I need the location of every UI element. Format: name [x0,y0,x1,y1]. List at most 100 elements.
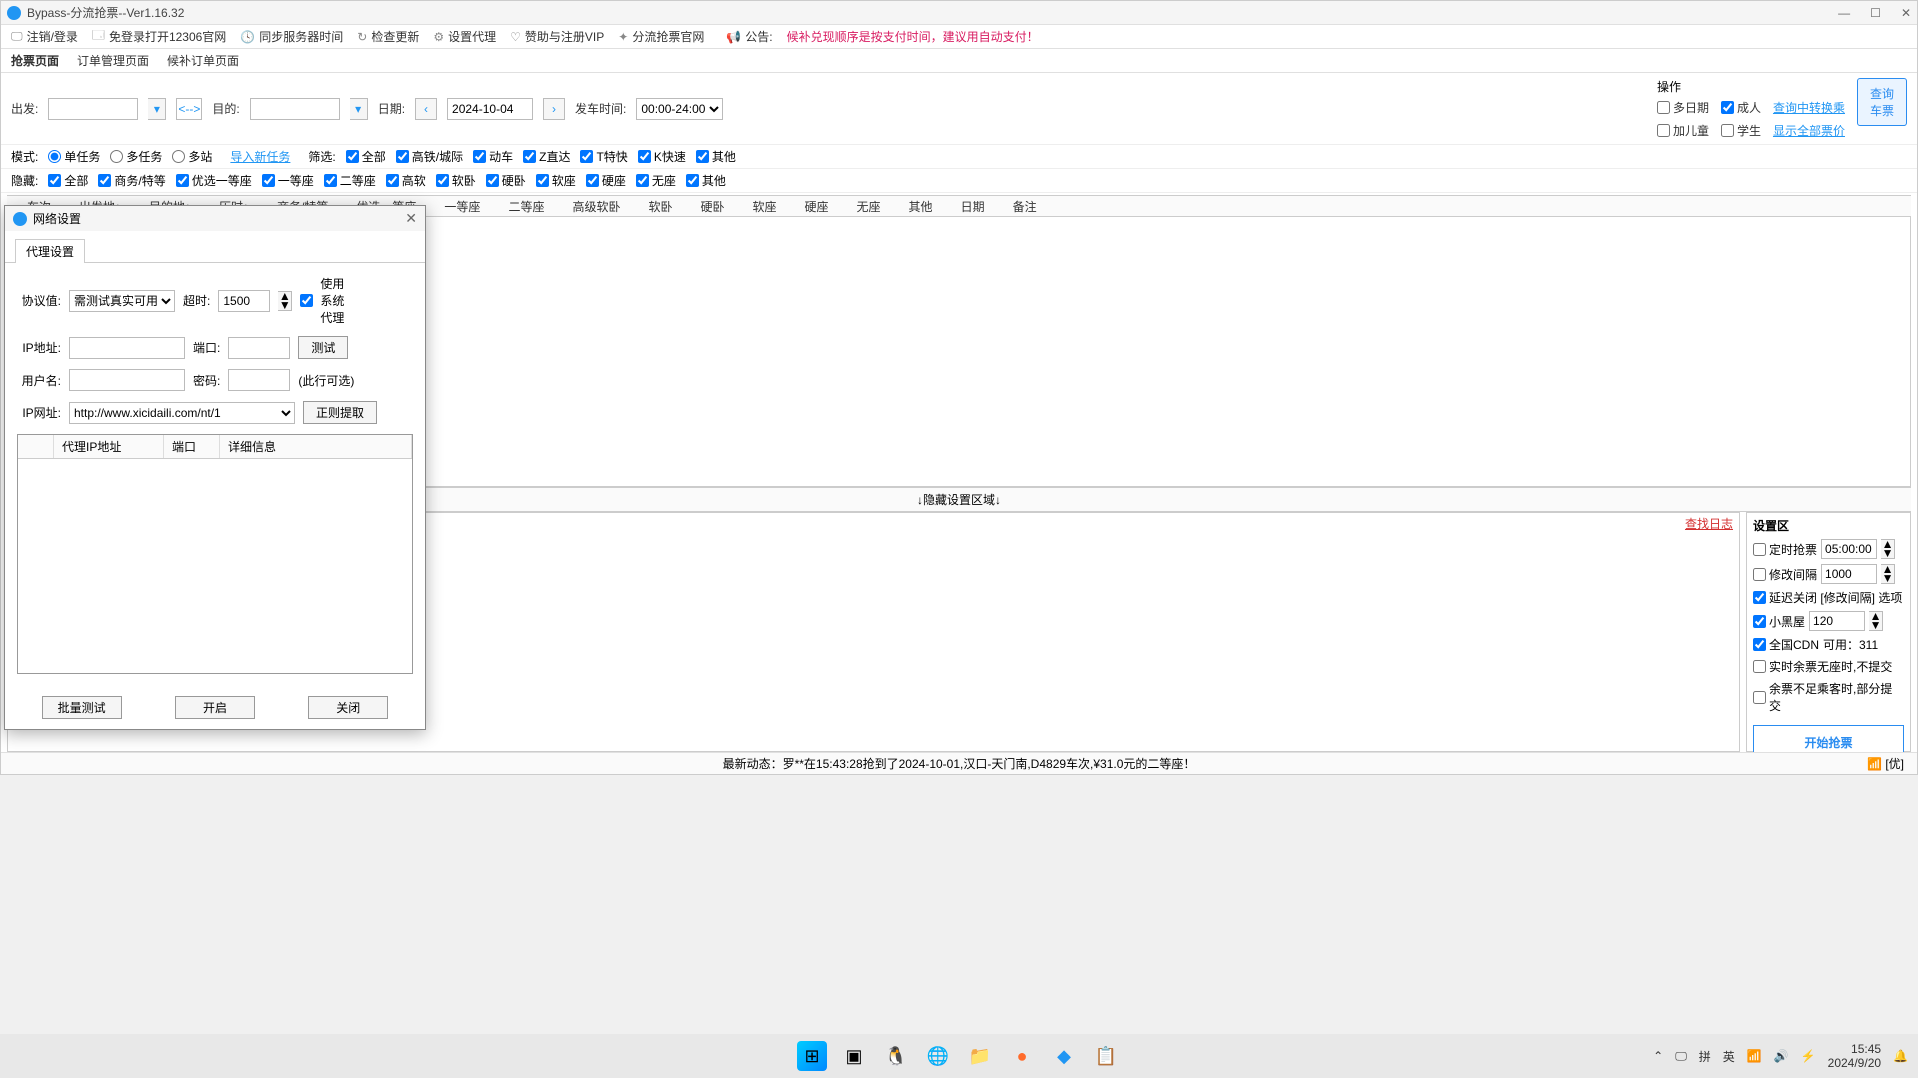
pwd-input[interactable] [228,369,290,391]
enable-button[interactable]: 开启 [175,696,255,719]
menu-official-site[interactable]: ✦分流抢票官网 [618,28,704,45]
cb-adult[interactable]: 成人 [1721,99,1761,116]
tray-datetime[interactable]: 15:45 2024/9/20 [1828,1042,1881,1071]
cb-timed-grab[interactable]: 定时抢票 [1753,541,1817,558]
date-next-button[interactable]: › [543,98,565,120]
date-prev-button[interactable]: ‹ [415,98,437,120]
cb-student[interactable]: 学生 [1721,122,1761,139]
user-input[interactable] [69,369,185,391]
proto-select[interactable]: 需测试真实可用 [69,290,175,312]
cb-filter-tekuai[interactable]: T特快 [580,148,627,165]
blacklist-value[interactable] [1809,611,1865,631]
cb-filter-kuaisu[interactable]: K快速 [638,148,686,165]
tray-ime[interactable]: 拼 [1699,1048,1711,1065]
spin-icon[interactable]: ▲▼ [1869,611,1883,631]
menu-sponsor[interactable]: ♡赞助与注册VIP [510,28,604,45]
cb-multi-date[interactable]: 多日期 [1657,99,1709,116]
cb-hide-all[interactable]: 全部 [48,172,88,189]
menu-set-proxy[interactable]: ⚙设置代理 [433,28,496,45]
tab-waitlist[interactable]: 候补订单页面 [167,52,239,69]
cb-hide-ruanzuo[interactable]: 软座 [536,172,576,189]
ip-input[interactable] [69,337,185,359]
tray-volume-icon[interactable]: 🔊 [1774,1049,1789,1063]
cb-add-child[interactable]: 加儿童 [1657,122,1709,139]
table-header[interactable]: 其他 [895,198,947,215]
cb-hide-yingzuo[interactable]: 硬座 [586,172,626,189]
minimize-button[interactable]: — [1838,6,1850,20]
app-icon-1[interactable]: ● [1007,1041,1037,1071]
tab-grab[interactable]: 抢票页面 [11,52,59,69]
table-header[interactable]: 硬座 [791,198,843,215]
tray-chevron-icon[interactable]: ⌃ [1653,1049,1663,1063]
batch-test-button[interactable]: 批量测试 [42,696,122,719]
cb-hide-shangwu[interactable]: 商务/特等 [98,172,165,189]
link-show-all-price[interactable]: 显示全部票价 [1773,122,1845,139]
menu-login[interactable]: 🖵注销/登录 [11,28,78,45]
maximize-button[interactable]: ☐ [1870,6,1881,20]
depart-input[interactable] [48,98,138,120]
menu-sync-time[interactable]: 🕓同步服务器时间 [240,28,343,45]
dialog-close-action[interactable]: 关闭 [308,696,388,719]
cb-partial-submit[interactable]: 余票不足乘客时,部分提交 [1753,680,1904,714]
cb-filter-gaotie[interactable]: 高铁/城际 [396,148,463,165]
dest-input[interactable] [250,98,340,120]
table-header[interactable]: 备注 [999,198,1051,215]
qq-icon[interactable]: 🐧 [881,1041,911,1071]
cb-filter-dongche[interactable]: 动车 [473,148,513,165]
depart-drop-icon[interactable]: ▾ [148,98,166,120]
cb-hide-wuzuo[interactable]: 无座 [636,172,676,189]
regex-extract-button[interactable]: 正则提取 [303,401,377,424]
edge-icon[interactable]: 🌐 [923,1041,953,1071]
log-find-link[interactable]: 查找日志 [1685,515,1733,532]
tray-wifi-icon[interactable]: 📶 [1747,1049,1762,1063]
table-header[interactable]: 一等座 [430,198,494,215]
cb-hide-other[interactable]: 其他 [686,172,726,189]
table-header[interactable]: 二等座 [494,198,558,215]
import-task-button[interactable]: 导入新任务 [230,148,290,165]
menu-check-update[interactable]: ↻检查更新 [357,28,419,45]
cb-hide-ruanwo[interactable]: 软卧 [436,172,476,189]
tray-lang[interactable]: 英 [1723,1048,1735,1065]
timeout-input[interactable] [218,290,270,312]
cb-filter-zhida[interactable]: Z直达 [523,148,570,165]
table-header[interactable]: 硬卧 [686,198,738,215]
cb-filter-other[interactable]: 其他 [696,148,736,165]
radio-multi[interactable]: 多任务 [110,148,162,165]
tray-monitor-icon[interactable]: 🖵 [1675,1049,1687,1064]
bypass-app-icon[interactable]: ◆ [1049,1041,1079,1071]
table-header[interactable]: 软卧 [634,198,686,215]
tab-orders[interactable]: 订单管理页面 [77,52,149,69]
cb-hide-erdeng[interactable]: 二等座 [324,172,376,189]
close-button[interactable]: ✕ [1901,6,1911,20]
cb-hide-yingwo[interactable]: 硬卧 [486,172,526,189]
cb-no-seat[interactable]: 实时余票无座时,不提交 [1753,658,1892,675]
test-button[interactable]: 测试 [298,336,348,359]
radio-single[interactable]: 单任务 [48,148,100,165]
table-header[interactable]: 软座 [739,198,791,215]
cb-cdn[interactable]: 全国CDN [1753,636,1819,653]
query-ticket-button[interactable]: 查询 车票 [1857,78,1907,126]
start-icon[interactable]: ⊞ [797,1041,827,1071]
mod-interval-value[interactable] [1821,564,1877,584]
spin-icon[interactable]: ▲▼ [1881,564,1895,584]
table-header[interactable]: 无座 [843,198,895,215]
tray-battery-icon[interactable]: ⚡ [1801,1049,1816,1063]
cb-filter-all[interactable]: 全部 [346,148,386,165]
explorer-icon[interactable]: 📁 [965,1041,995,1071]
table-header[interactable]: 日期 [947,198,999,215]
cb-delay-close[interactable]: 延迟关闭 [修改间隔] 选项 [1753,589,1902,606]
link-transfer-query[interactable]: 查询中转换乘 [1773,99,1845,116]
dialog-tab-proxy[interactable]: 代理设置 [15,239,85,263]
dest-drop-icon[interactable]: ▾ [350,98,368,120]
depart-time-select[interactable]: 00:00-24:00 [636,98,723,120]
cb-blacklist[interactable]: 小黑屋 [1753,613,1805,630]
cb-mod-interval[interactable]: 修改间隔 [1753,566,1817,583]
cb-hide-yideng[interactable]: 一等座 [262,172,314,189]
spin-icon[interactable]: ▲▼ [1881,539,1895,559]
tray-notification-icon[interactable]: 🔔 [1893,1049,1908,1063]
date-input[interactable] [447,98,533,120]
taskview-icon[interactable]: ▣ [839,1041,869,1071]
app-icon-2[interactable]: 📋 [1091,1041,1121,1071]
netaddr-select[interactable]: http://www.xicidaili.com/nt/1 [69,402,295,424]
timed-grab-value[interactable] [1821,539,1877,559]
